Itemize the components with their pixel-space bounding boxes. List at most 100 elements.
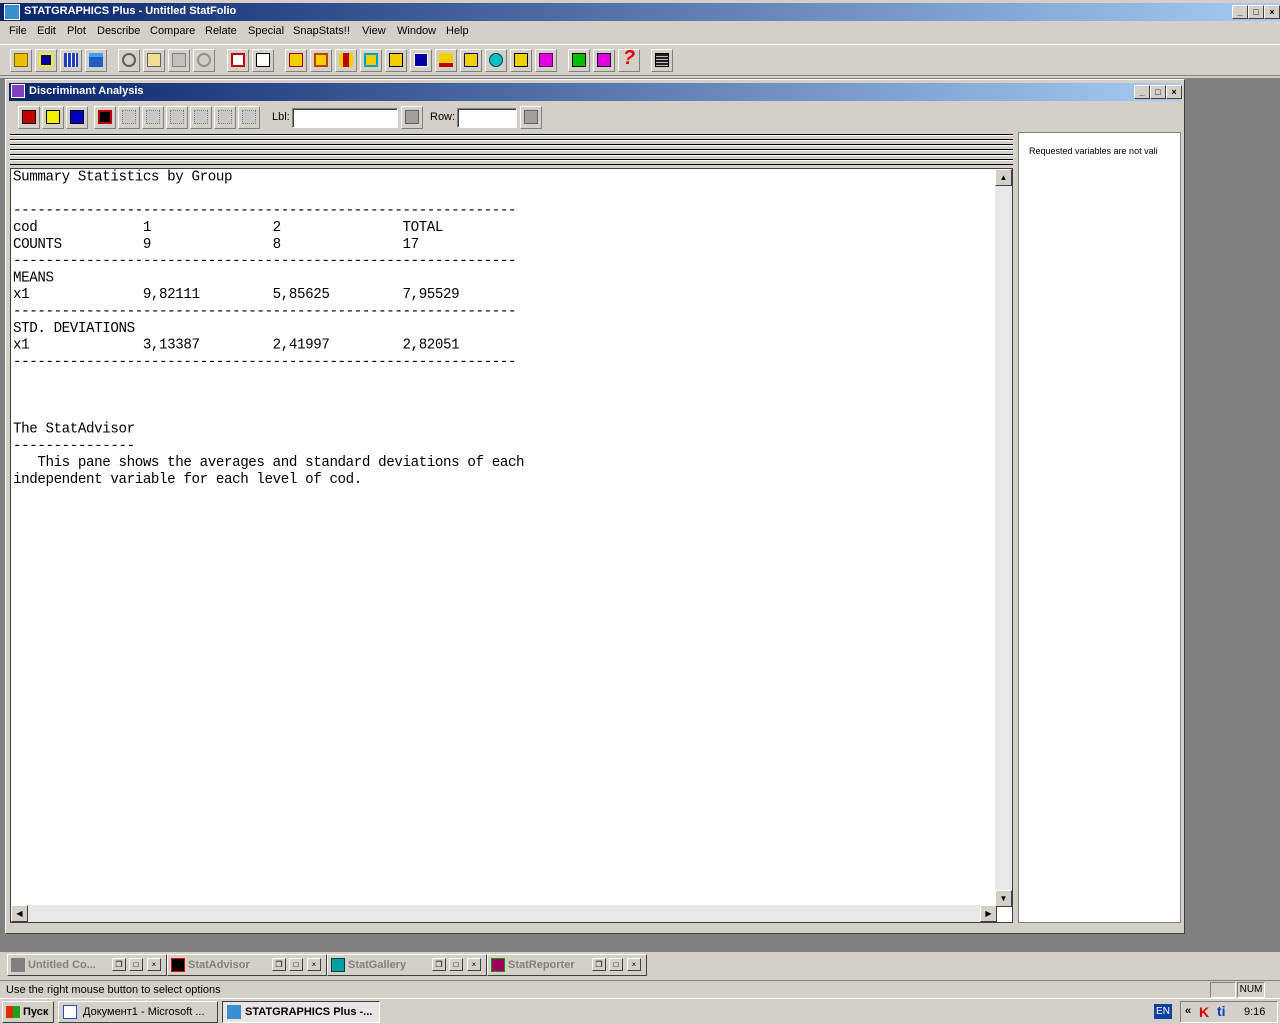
restore-button[interactable]: ❐ [272,958,286,971]
restore-button[interactable]: ❐ [432,958,446,971]
line-plot-button[interactable] [385,49,407,72]
taskbar-word-document[interactable]: Документ1 - Microsoft ... [58,1001,218,1023]
close-button[interactable]: × [627,958,641,971]
restore-button[interactable]: ❐ [112,958,126,971]
maximize-button[interactable]: □ [449,958,463,971]
histogram-button[interactable] [335,49,357,72]
minimized-untitled-comments[interactable]: Untitled Co... ❐ □ × [7,954,167,976]
summary-statistics-pane[interactable]: Summary Statistics by Group ------------… [10,168,1013,923]
copy-button[interactable] [143,49,165,72]
tabular-options-button[interactable] [66,106,88,129]
app-title-bar[interactable]: STATGRAPHICS Plus - Untitled StatFolio _… [0,3,1280,21]
print-button[interactable] [227,49,249,72]
minimize-button[interactable]: _ [1232,5,1248,19]
analysis-options-button[interactable] [42,106,64,129]
distribution-button[interactable] [435,49,457,72]
locate-button[interactable] [238,106,260,129]
maximize-button[interactable]: □ [1248,5,1264,19]
advisor-button[interactable] [593,49,615,72]
menu-file[interactable]: File [9,25,27,37]
pane-options-button[interactable] [142,106,164,129]
minimized-statreporter[interactable]: StatReporter ❐ □ × [487,954,647,976]
antivirus-icon[interactable]: K [1199,1004,1209,1020]
windows-taskbar: Пуск Документ1 - Microsoft ... STATGRAPH… [0,998,1280,1024]
cut-button[interactable] [118,49,140,72]
pane-options-icon [146,110,160,124]
report-line: The StatAdvisor [13,421,135,438]
graphical-options-button[interactable] [94,106,116,129]
time-series-button[interactable] [410,49,432,72]
close-button[interactable]: × [1264,5,1280,19]
minimized-statgallery[interactable]: StatGallery ❐ □ × [327,954,487,976]
child-close-button[interactable]: × [1166,85,1182,99]
save-button[interactable] [35,49,57,72]
graph-pane[interactable]: Requested variables are not vali [1018,132,1181,923]
report-line [13,404,524,421]
row-input[interactable] [457,108,517,128]
system-tray: « K ti 9:16 [1180,1001,1278,1023]
clock: 9:16 [1244,1006,1266,1018]
vertical-scrollbar[interactable]: ▲ ▼ [995,169,1012,907]
menu-help[interactable]: Help [446,25,469,37]
maximize-button[interactable]: □ [609,958,623,971]
save-results-button[interactable] [118,106,140,129]
exclude-button[interactable] [190,106,212,129]
maximize-button[interactable]: □ [129,958,143,971]
taskbar-statgraphics[interactable]: STATGRAPHICS Plus -... [222,1001,380,1023]
child-title-bar[interactable]: Discriminant Analysis _ □ × [9,83,1182,101]
language-indicator[interactable]: EN [1154,1004,1172,1019]
close-button[interactable]: × [467,958,481,971]
help-button[interactable]: ? [618,48,640,72]
tree-button[interactable] [510,49,532,72]
tray-expand-icon[interactable]: « [1185,1005,1191,1017]
menu-relate[interactable]: Relate [205,25,237,37]
row-search-button[interactable] [520,106,542,129]
close-button[interactable]: × [147,958,161,971]
menu-snapstats[interactable]: SnapStats!! [293,25,350,37]
scroll-up-button[interactable]: ▲ [995,169,1012,186]
data-save-button[interactable] [85,49,107,72]
calculator-button[interactable] [651,49,673,72]
child-maximize-button[interactable]: □ [1150,85,1166,99]
brush-button[interactable] [166,106,188,129]
scroll-down-button[interactable]: ▼ [995,890,1012,907]
scroll-right-button[interactable]: ▶ [980,905,997,922]
print-preview-button[interactable] [252,49,274,72]
statgraphics-app-icon[interactable] [4,4,20,20]
tray-app-icon[interactable]: ti [1217,1003,1226,1019]
identify-button[interactable] [214,106,236,129]
restore-button[interactable]: ❐ [592,958,606,971]
maximize-button[interactable]: □ [289,958,303,971]
spreadsheet-button[interactable] [60,49,82,72]
menu-compare[interactable]: Compare [150,25,195,37]
paste-button[interactable] [168,49,190,72]
open-button[interactable] [10,49,32,72]
menu-window[interactable]: Window [397,25,436,37]
scatterplot-button[interactable] [285,49,307,72]
input-dialog-button[interactable] [18,106,40,129]
close-button[interactable]: × [307,958,321,971]
menu-special[interactable]: Special [248,25,284,37]
horizontal-scrollbar[interactable]: ◀ ▶ [11,905,997,922]
undo-button[interactable] [193,49,215,72]
time-series-icon [414,53,428,67]
menu-describe[interactable]: Describe [97,25,140,37]
menu-edit[interactable]: Edit [37,25,56,37]
start-button[interactable]: Пуск [2,1001,54,1023]
regression-button[interactable] [460,49,482,72]
statwizard-button[interactable] [568,49,590,72]
quality-button[interactable] [485,49,507,72]
menu-view[interactable]: View [362,25,386,37]
scroll-left-button[interactable]: ◀ [11,905,28,922]
analysis-window-icon[interactable] [11,84,25,98]
report-line: STD. DEVIATIONS [13,320,135,337]
minimized-statadvisor[interactable]: StatAdvisor ❐ □ × [167,954,327,976]
lbl-search-button[interactable] [401,106,423,129]
taskbar-item-label: STATGRAPHICS Plus -... [245,1006,373,1018]
xy-plot-button[interactable] [360,49,382,72]
lbl-input[interactable] [292,108,398,128]
boxplot-button[interactable] [310,49,332,72]
menu-plot[interactable]: Plot [67,25,86,37]
child-minimize-button[interactable]: _ [1134,85,1150,99]
glm-button[interactable] [535,49,557,72]
